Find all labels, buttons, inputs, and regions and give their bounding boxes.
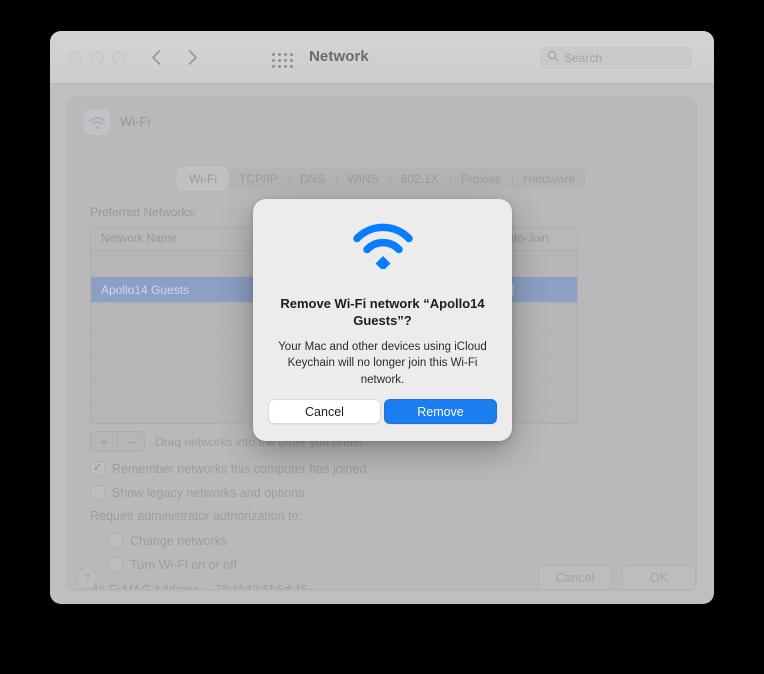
pane-header-label: Wi-Fi [120, 114, 151, 129]
checkbox-remember-networks[interactable]: ✓ Remember networks this computer has jo… [90, 461, 366, 476]
search-icon [547, 49, 559, 67]
help-button[interactable]: ? [76, 567, 98, 589]
close-button[interactable] [68, 51, 82, 65]
tab-dns[interactable]: DNS [289, 168, 336, 189]
checkbox-show-legacy-networks[interactable]: Show legacy networks and options [90, 485, 304, 500]
checkbox-label: Show legacy networks and options [112, 485, 305, 500]
checkbox-change-networks[interactable]: Change networks [108, 533, 227, 548]
alert-cancel-button[interactable]: Cancel [268, 399, 381, 424]
tab-802-1x[interactable]: 802.1X [390, 168, 450, 189]
navigation-arrows [146, 45, 202, 69]
add-remove-group: + − [90, 431, 145, 452]
tab-label: Wi-Fi [189, 171, 217, 186]
tab-tcp-ip[interactable]: TCP/IP [228, 168, 289, 189]
wifi-service-icon [84, 109, 110, 135]
require-admin-label: Require administrator authorization to: [90, 509, 302, 523]
screen: Network Search Wi-Fi Wi-Fi TCP/IP DNS WI… [0, 0, 764, 674]
window-titlebar: Network Search [50, 31, 714, 84]
search-field[interactable]: Search [540, 47, 692, 69]
add-network-button[interactable]: + [91, 432, 117, 451]
alert-title: Remove Wi-Fi network “Apollo14 Guests”? [280, 296, 485, 329]
window-bottom-bar: ? Cancel OK [50, 554, 714, 604]
alert-remove-button[interactable]: Remove [384, 399, 497, 424]
tab-wi-fi[interactable]: Wi-Fi [178, 168, 228, 189]
checkbox-unchecked-icon[interactable] [108, 533, 123, 548]
tab-wins[interactable]: WINS [336, 168, 389, 189]
search-placeholder: Search [564, 51, 603, 65]
checkbox-checked-icon[interactable]: ✓ [90, 461, 105, 476]
forward-arrow-icon[interactable] [182, 45, 202, 69]
remove-network-button[interactable]: − [117, 432, 144, 451]
tab-label: WINS [347, 171, 379, 186]
window-title: Network [309, 48, 369, 65]
checkbox-unchecked-icon[interactable] [90, 485, 105, 500]
alert-message: Your Mac and other devices using iCloud … [278, 341, 487, 386]
show-all-grid-icon[interactable] [272, 53, 294, 69]
tab-label: TCP/IP [239, 171, 278, 186]
preferred-networks-label: Preferred Networks: [90, 205, 197, 219]
checkbox-label: Remember networks this computer has join… [112, 461, 367, 476]
minimize-button[interactable] [90, 51, 104, 65]
remove-network-alert: Remove Wi-Fi network “Apollo14 Guests”? … [253, 199, 512, 441]
tab-label: DNS [299, 171, 326, 186]
traffic-lights [68, 51, 126, 65]
tab-proxies[interactable]: Proxies [450, 168, 512, 189]
tab-label: Hardware [522, 171, 575, 186]
tab-label: 802.1X [400, 171, 439, 186]
tab-label: Proxies [460, 171, 501, 186]
back-arrow-icon[interactable] [146, 45, 166, 69]
window-ok-button[interactable]: OK [622, 565, 696, 590]
settings-tabbar: Wi-Fi TCP/IP DNS WINS 802.1X Proxies Har… [178, 168, 586, 189]
tab-hardware[interactable]: Hardware [512, 168, 586, 189]
checkbox-label: Change networks [130, 533, 228, 548]
window-cancel-button[interactable]: Cancel [538, 565, 612, 590]
wifi-icon [350, 221, 416, 271]
pane-header: Wi-Fi [68, 97, 696, 141]
zoom-button[interactable] [112, 51, 126, 65]
